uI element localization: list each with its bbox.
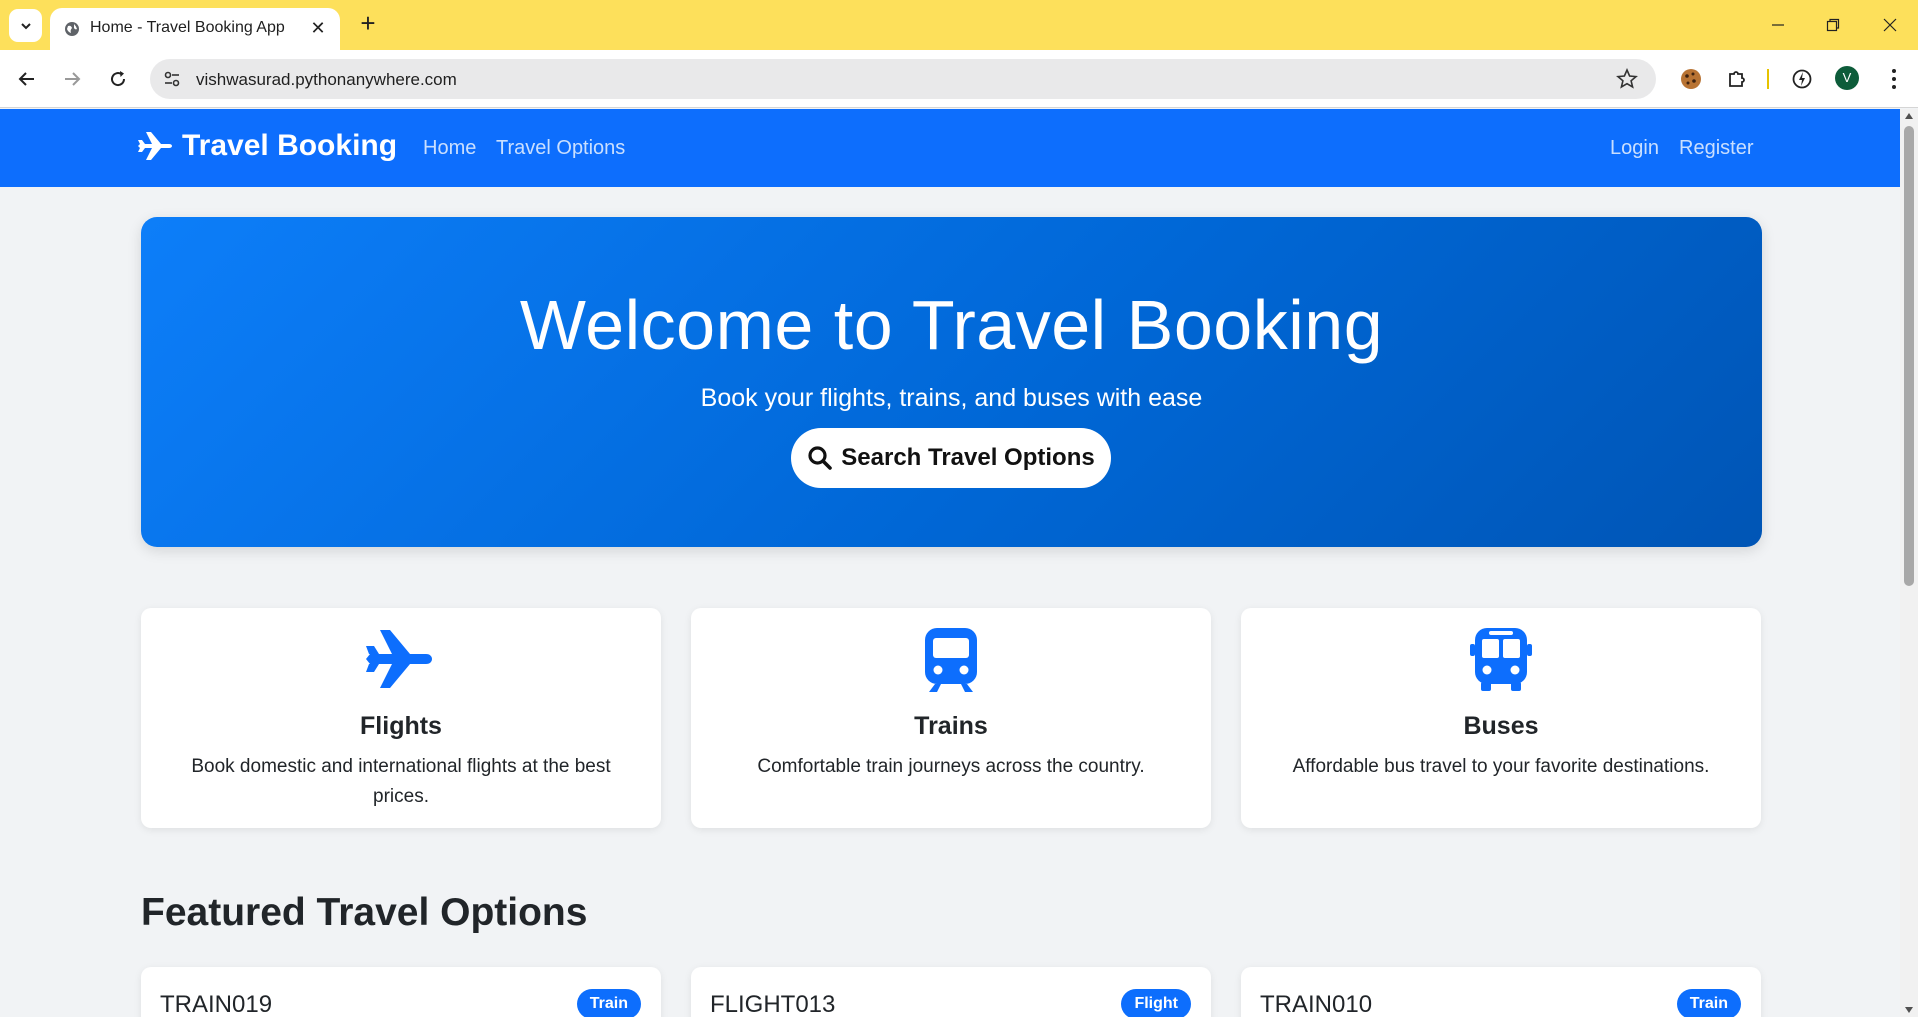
travel-option-code: FLIGHT013 — [710, 991, 836, 1017]
travel-type-badge: Train — [576, 989, 641, 1017]
feature-text: Comfortable train journeys across the co… — [757, 756, 1145, 777]
page-scrollbar[interactable] — [1900, 109, 1918, 1017]
browser-tab[interactable]: Home - Travel Booking App ✕ — [50, 8, 340, 50]
plane-icon — [366, 630, 432, 688]
site-info-icon[interactable] — [162, 69, 182, 89]
extensions-button[interactable] — [1723, 65, 1751, 93]
performance-icon — [1792, 69, 1812, 89]
minimize-button[interactable] — [1763, 12, 1793, 38]
scroll-up-arrow[interactable] — [1905, 113, 1913, 119]
travel-type-badge: Flight — [1121, 989, 1191, 1017]
nav-link-register[interactable]: Register — [1679, 137, 1753, 160]
browser-tab-strip: Home - Travel Booking App ✕ + — [0, 0, 1918, 50]
reload-button[interactable] — [103, 64, 133, 94]
performance-button[interactable] — [1788, 65, 1816, 93]
travel-option-code: TRAIN019 — [160, 991, 273, 1017]
url-text[interactable]: vishwasurad.pythonanywhere.com — [196, 70, 457, 90]
travel-option-card[interactable]: TRAIN010 Train — [1241, 967, 1761, 1017]
site-navbar: Travel Booking Home Travel Options Login… — [0, 109, 1900, 187]
feature-text: Affordable bus travel to your favorite d… — [1292, 756, 1710, 777]
feature-card-flights: Flights Book domestic and international … — [141, 608, 661, 828]
travel-option-card[interactable]: TRAIN019 Train — [141, 967, 661, 1017]
address-bar[interactable]: vishwasurad.pythonanywhere.com — [150, 59, 1656, 99]
arrow-left-icon — [18, 72, 34, 86]
cookie-icon — [1681, 69, 1701, 89]
train-icon — [925, 628, 977, 692]
browser-toolbar: vishwasurad.pythonanywhere.com — [0, 50, 1918, 108]
puzzle-icon — [1729, 71, 1745, 87]
plane-icon — [138, 132, 172, 160]
tab-title: Home - Travel Booking App — [90, 19, 285, 36]
new-tab-button[interactable]: + — [355, 10, 381, 37]
nav-link-travel-options[interactable]: Travel Options — [496, 137, 625, 160]
feature-title: Trains — [914, 712, 988, 740]
globe-icon — [65, 22, 79, 36]
nav-link-login[interactable]: Login — [1610, 137, 1659, 160]
search-travel-options-button[interactable]: Search Travel Options — [791, 428, 1111, 488]
profile-avatar[interactable]: V — [1835, 66, 1859, 90]
scroll-down-arrow[interactable] — [1905, 1007, 1913, 1013]
page-viewport: Travel Booking Home Travel Options Login… — [0, 109, 1900, 1017]
scrollbar-thumb[interactable] — [1904, 126, 1914, 586]
forward-button[interactable] — [57, 64, 87, 94]
travel-type-badge: Train — [1676, 989, 1741, 1017]
featured-section-title: Featured Travel Options — [141, 891, 588, 934]
arrow-right-icon — [65, 72, 81, 86]
feature-text: Book domestic and international flights … — [191, 756, 611, 807]
restore-icon — [1826, 18, 1840, 32]
feature-title: Flights — [360, 712, 442, 740]
restore-button[interactable] — [1818, 12, 1848, 38]
search-button-label: Search Travel Options — [841, 444, 1095, 471]
tab-search-button[interactable] — [9, 9, 42, 42]
back-button[interactable] — [12, 64, 42, 94]
more-options-icon[interactable] — [1884, 66, 1904, 92]
brand-link[interactable]: Travel Booking — [138, 129, 397, 163]
search-icon — [808, 446, 833, 470]
cookie-extension-button[interactable] — [1677, 65, 1705, 93]
minimize-icon — [1772, 24, 1784, 26]
hero-subtitle: Book your flights, trains, and buses wit… — [700, 384, 1203, 412]
hero-banner: Welcome to Travel Booking Book your flig… — [141, 217, 1762, 547]
nav-link-home[interactable]: Home — [423, 137, 476, 160]
travel-option-code: TRAIN010 — [1260, 991, 1373, 1017]
close-window-button[interactable] — [1875, 12, 1905, 38]
bookmark-star-icon[interactable] — [1616, 68, 1638, 90]
feature-title: Buses — [1463, 712, 1539, 740]
toolbar-divider — [1767, 69, 1769, 89]
feature-card-buses: Buses Affordable bus travel to your favo… — [1241, 608, 1761, 828]
bus-icon — [1470, 628, 1532, 691]
brand-text: Travel Booking — [182, 129, 398, 162]
hero-title: Welcome to Travel Booking — [519, 286, 1384, 364]
close-tab-icon[interactable]: ✕ — [308, 18, 328, 38]
chevron-down-icon — [20, 22, 31, 29]
reload-icon — [111, 71, 126, 87]
travel-option-card[interactable]: FLIGHT013 Flight — [691, 967, 1211, 1017]
close-icon — [1883, 18, 1897, 32]
feature-card-trains: Trains Comfortable train journeys across… — [691, 608, 1211, 828]
